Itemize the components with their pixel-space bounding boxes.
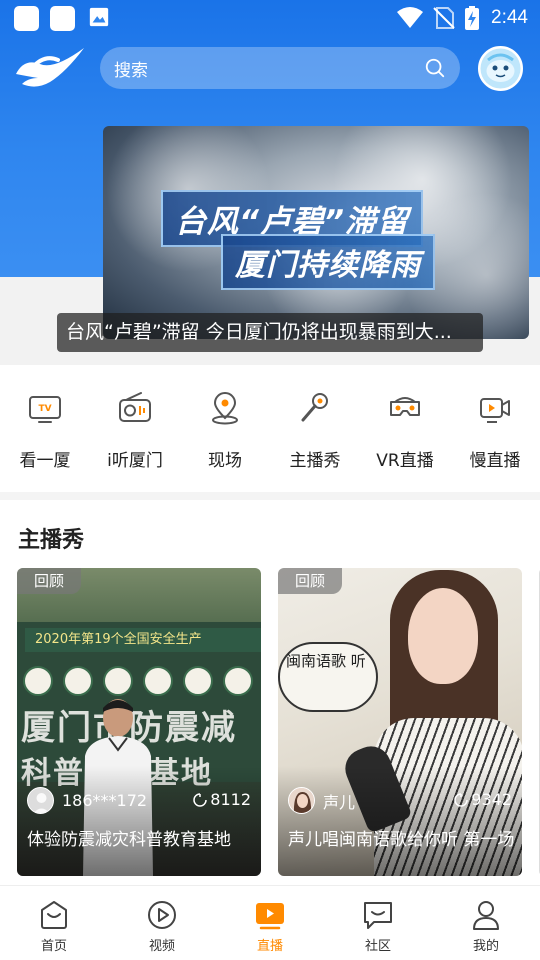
live-card[interactable]: 闽南语歌 听 回顾 声儿 9342 声儿唱闽南语歌给你听 第一场 <box>278 568 522 876</box>
location-icon <box>212 392 238 425</box>
image-icon <box>89 7 109 27</box>
tab-home[interactable]: 首页 <box>0 886 108 960</box>
battery-charging-icon <box>465 6 480 30</box>
view-count-value: 8112 <box>210 790 251 809</box>
card-title: 体验防震减灾科普教育基地 <box>27 830 231 850</box>
status-bar: 2:44 <box>0 0 540 36</box>
play-icon <box>148 901 176 929</box>
view-count-value: 9342 <box>471 790 512 809</box>
quick-nav-label: 主播秀 <box>289 451 341 471</box>
user-avatar-small <box>288 787 315 814</box>
card-user-name: 186***172 <box>62 791 148 810</box>
radio-icon <box>119 392 151 422</box>
search-icon[interactable] <box>424 57 446 79</box>
tv-icon: TV <box>29 396 61 423</box>
svg-text:TV: TV <box>38 404 51 414</box>
default-avatar-icon <box>33 793 50 813</box>
anchor-show-section: 主播秀 2020年第19个全国安全生产 厦门市防震减 科普教育基地 回顾 <box>0 500 540 885</box>
card-title: 声儿唱闽南语歌给你听 第一场 <box>288 830 515 850</box>
quick-nav-item-vr-live[interactable]: VR直播 <box>360 365 450 492</box>
profile-icon <box>473 901 499 930</box>
tab-community[interactable]: 社区 <box>324 886 432 960</box>
notification-icon <box>50 6 75 31</box>
quick-nav-label: 现场 <box>208 451 242 471</box>
featured-banner[interactable]: 台风“卢碧”滞留 厦门持续降雨 <box>103 126 529 339</box>
tab-label: 视频 <box>148 939 175 954</box>
live-icon <box>256 903 284 930</box>
quick-nav-label: VR直播 <box>376 451 434 471</box>
chat-icon <box>364 902 392 929</box>
status-time: 2:44 <box>491 7 528 28</box>
section-title: 主播秀 <box>18 528 85 553</box>
card-scene-circles <box>23 666 261 696</box>
card-gradient-overlay <box>278 766 522 876</box>
app-logo-icon[interactable] <box>14 44 86 92</box>
tab-label: 我的 <box>472 939 499 954</box>
quick-nav-label: i听厦门 <box>107 451 163 471</box>
tab-video[interactable]: 视频 <box>108 886 216 960</box>
scene-decoration <box>223 666 253 696</box>
card-gradient-overlay <box>17 766 261 876</box>
views-icon <box>193 792 208 807</box>
card-user[interactable]: 186***172 <box>27 787 147 814</box>
wifi-icon <box>397 7 424 28</box>
scene-decoration <box>183 666 213 696</box>
host-avatar-icon <box>289 788 314 813</box>
tab-profile[interactable]: 我的 <box>432 886 540 960</box>
views-icon <box>454 792 469 807</box>
bottom-tab-bar: 首页 视频 直播 社区 我的 <box>0 885 540 960</box>
notification-icon <box>14 6 39 31</box>
scene-decoration <box>23 666 53 696</box>
card-view-count: 8112 <box>193 790 251 809</box>
quick-nav-item-slow-live[interactable]: 慢直播 <box>450 365 540 492</box>
search-bar[interactable]: 搜索 <box>100 47 460 89</box>
video-camera-icon <box>480 398 510 423</box>
speech-bubble-text: 闽南语歌 听 <box>286 652 366 670</box>
mascot-avatar-icon <box>480 48 521 89</box>
quick-nav-item-xianchang[interactable]: 现场 <box>180 365 270 492</box>
tab-live[interactable]: 直播 <box>216 886 324 960</box>
tab-label: 首页 <box>40 939 67 954</box>
microphone-icon <box>301 393 328 422</box>
tab-label: 直播 <box>256 939 283 954</box>
quick-nav-label: 看一厦 <box>19 451 71 471</box>
scene-decoration <box>63 666 93 696</box>
scene-decoration <box>143 666 173 696</box>
replay-badge: 回顾 <box>17 568 81 594</box>
card-scene-banner-text: 2020年第19个全国安全生产 <box>25 628 261 652</box>
no-sim-icon <box>433 7 455 29</box>
user-avatar-small <box>27 787 54 814</box>
quick-nav: TV 看一厦 i听厦门 现场 主播秀 VR直播 慢直播 <box>0 365 540 492</box>
scene-decoration <box>103 666 133 696</box>
vr-headset-icon <box>390 397 420 416</box>
home-icon <box>41 901 67 929</box>
tab-label: 社区 <box>364 939 391 954</box>
search-placeholder: 搜索 <box>114 60 148 81</box>
live-card[interactable]: 2020年第19个全国安全生产 厦门市防震减 科普教育基地 回顾 <box>17 568 261 876</box>
card-user-name: 声儿 <box>323 792 356 812</box>
quick-nav-label: 慢直播 <box>469 451 521 471</box>
user-avatar[interactable] <box>478 46 523 91</box>
replay-badge: 回顾 <box>278 568 342 594</box>
quick-nav-item-zhuboxiu[interactable]: 主播秀 <box>270 365 360 492</box>
banner-headline-2: 厦门持续降雨 <box>221 234 435 290</box>
host-face <box>408 588 478 684</box>
quick-nav-item-ting-xiamen[interactable]: i听厦门 <box>90 365 180 492</box>
card-view-count: 9342 <box>454 790 512 809</box>
quick-nav-item-kanyixia[interactable]: TV 看一厦 <box>0 365 90 492</box>
banner-caption[interactable]: 台风“卢碧”滞留 今日厦门仍将出现暴雨到大... <box>57 313 483 352</box>
card-user[interactable]: 声儿 <box>288 787 355 814</box>
